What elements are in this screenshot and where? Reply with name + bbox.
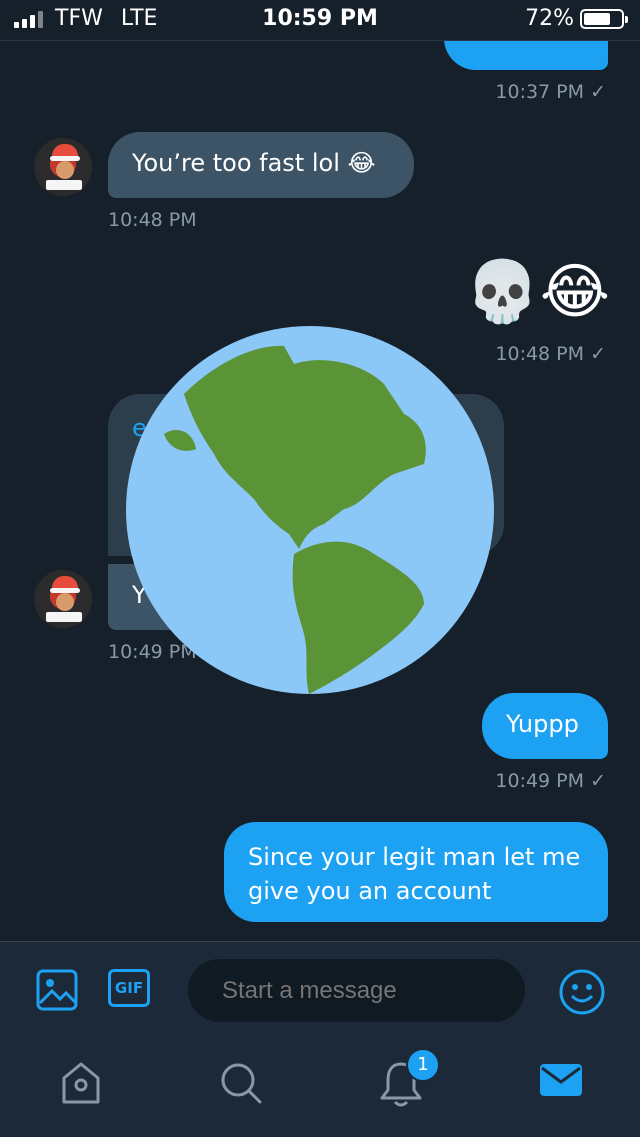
message-text: You’re too fast lol 😂 (132, 149, 376, 177)
emoji-button[interactable] (558, 968, 606, 1020)
message-text: Yuppp (506, 710, 579, 738)
status-bar: TFW LTE 10:59 PM 72% (0, 0, 640, 41)
message-timestamp: 10:48 PM (108, 209, 197, 231)
mail-icon (540, 1064, 582, 1096)
battery-fill (584, 12, 610, 25)
gif-button[interactable]: GIF (108, 969, 150, 1007)
battery-status: 72% (525, 6, 628, 31)
battery-percent: 72% (525, 6, 574, 31)
message-text: Since your legit man let me give you an … (248, 843, 581, 905)
gif-icon: GIF (108, 969, 150, 1007)
avatar[interactable] (34, 570, 92, 628)
tab-notifications[interactable]: 1 (378, 1048, 440, 1112)
home-icon (62, 1062, 100, 1104)
message-timestamp: 10:49 PM ✓ (495, 770, 606, 792)
outgoing-message[interactable]: Since your legit man let me give you an … (224, 822, 608, 922)
message-timestamp: 10:48 PM ✓ (495, 343, 606, 365)
image-button[interactable] (36, 969, 78, 1015)
outgoing-message[interactable]: Yuppp (482, 693, 608, 759)
image-icon (36, 969, 78, 1011)
outgoing-emoji-message[interactable]: 💀😂 (465, 256, 610, 327)
notification-badge: 1 (406, 1048, 440, 1082)
message-input[interactable] (188, 959, 525, 1022)
emoji-icon (559, 969, 605, 1015)
battery-icon (580, 8, 628, 29)
gif-label: GIF (114, 979, 144, 997)
tab-search[interactable] (218, 1060, 264, 1110)
incoming-message[interactable]: You’re too fast lol 😂 (108, 132, 414, 198)
tab-home[interactable] (58, 1060, 104, 1110)
globe-emoji (126, 326, 494, 694)
avatar[interactable] (34, 138, 92, 196)
search-icon (221, 1063, 262, 1104)
tab-messages[interactable] (538, 1060, 584, 1104)
emoji-message-text: 💀😂 (465, 257, 610, 327)
message-timestamp: 10:37 PM ✓ (495, 81, 606, 103)
